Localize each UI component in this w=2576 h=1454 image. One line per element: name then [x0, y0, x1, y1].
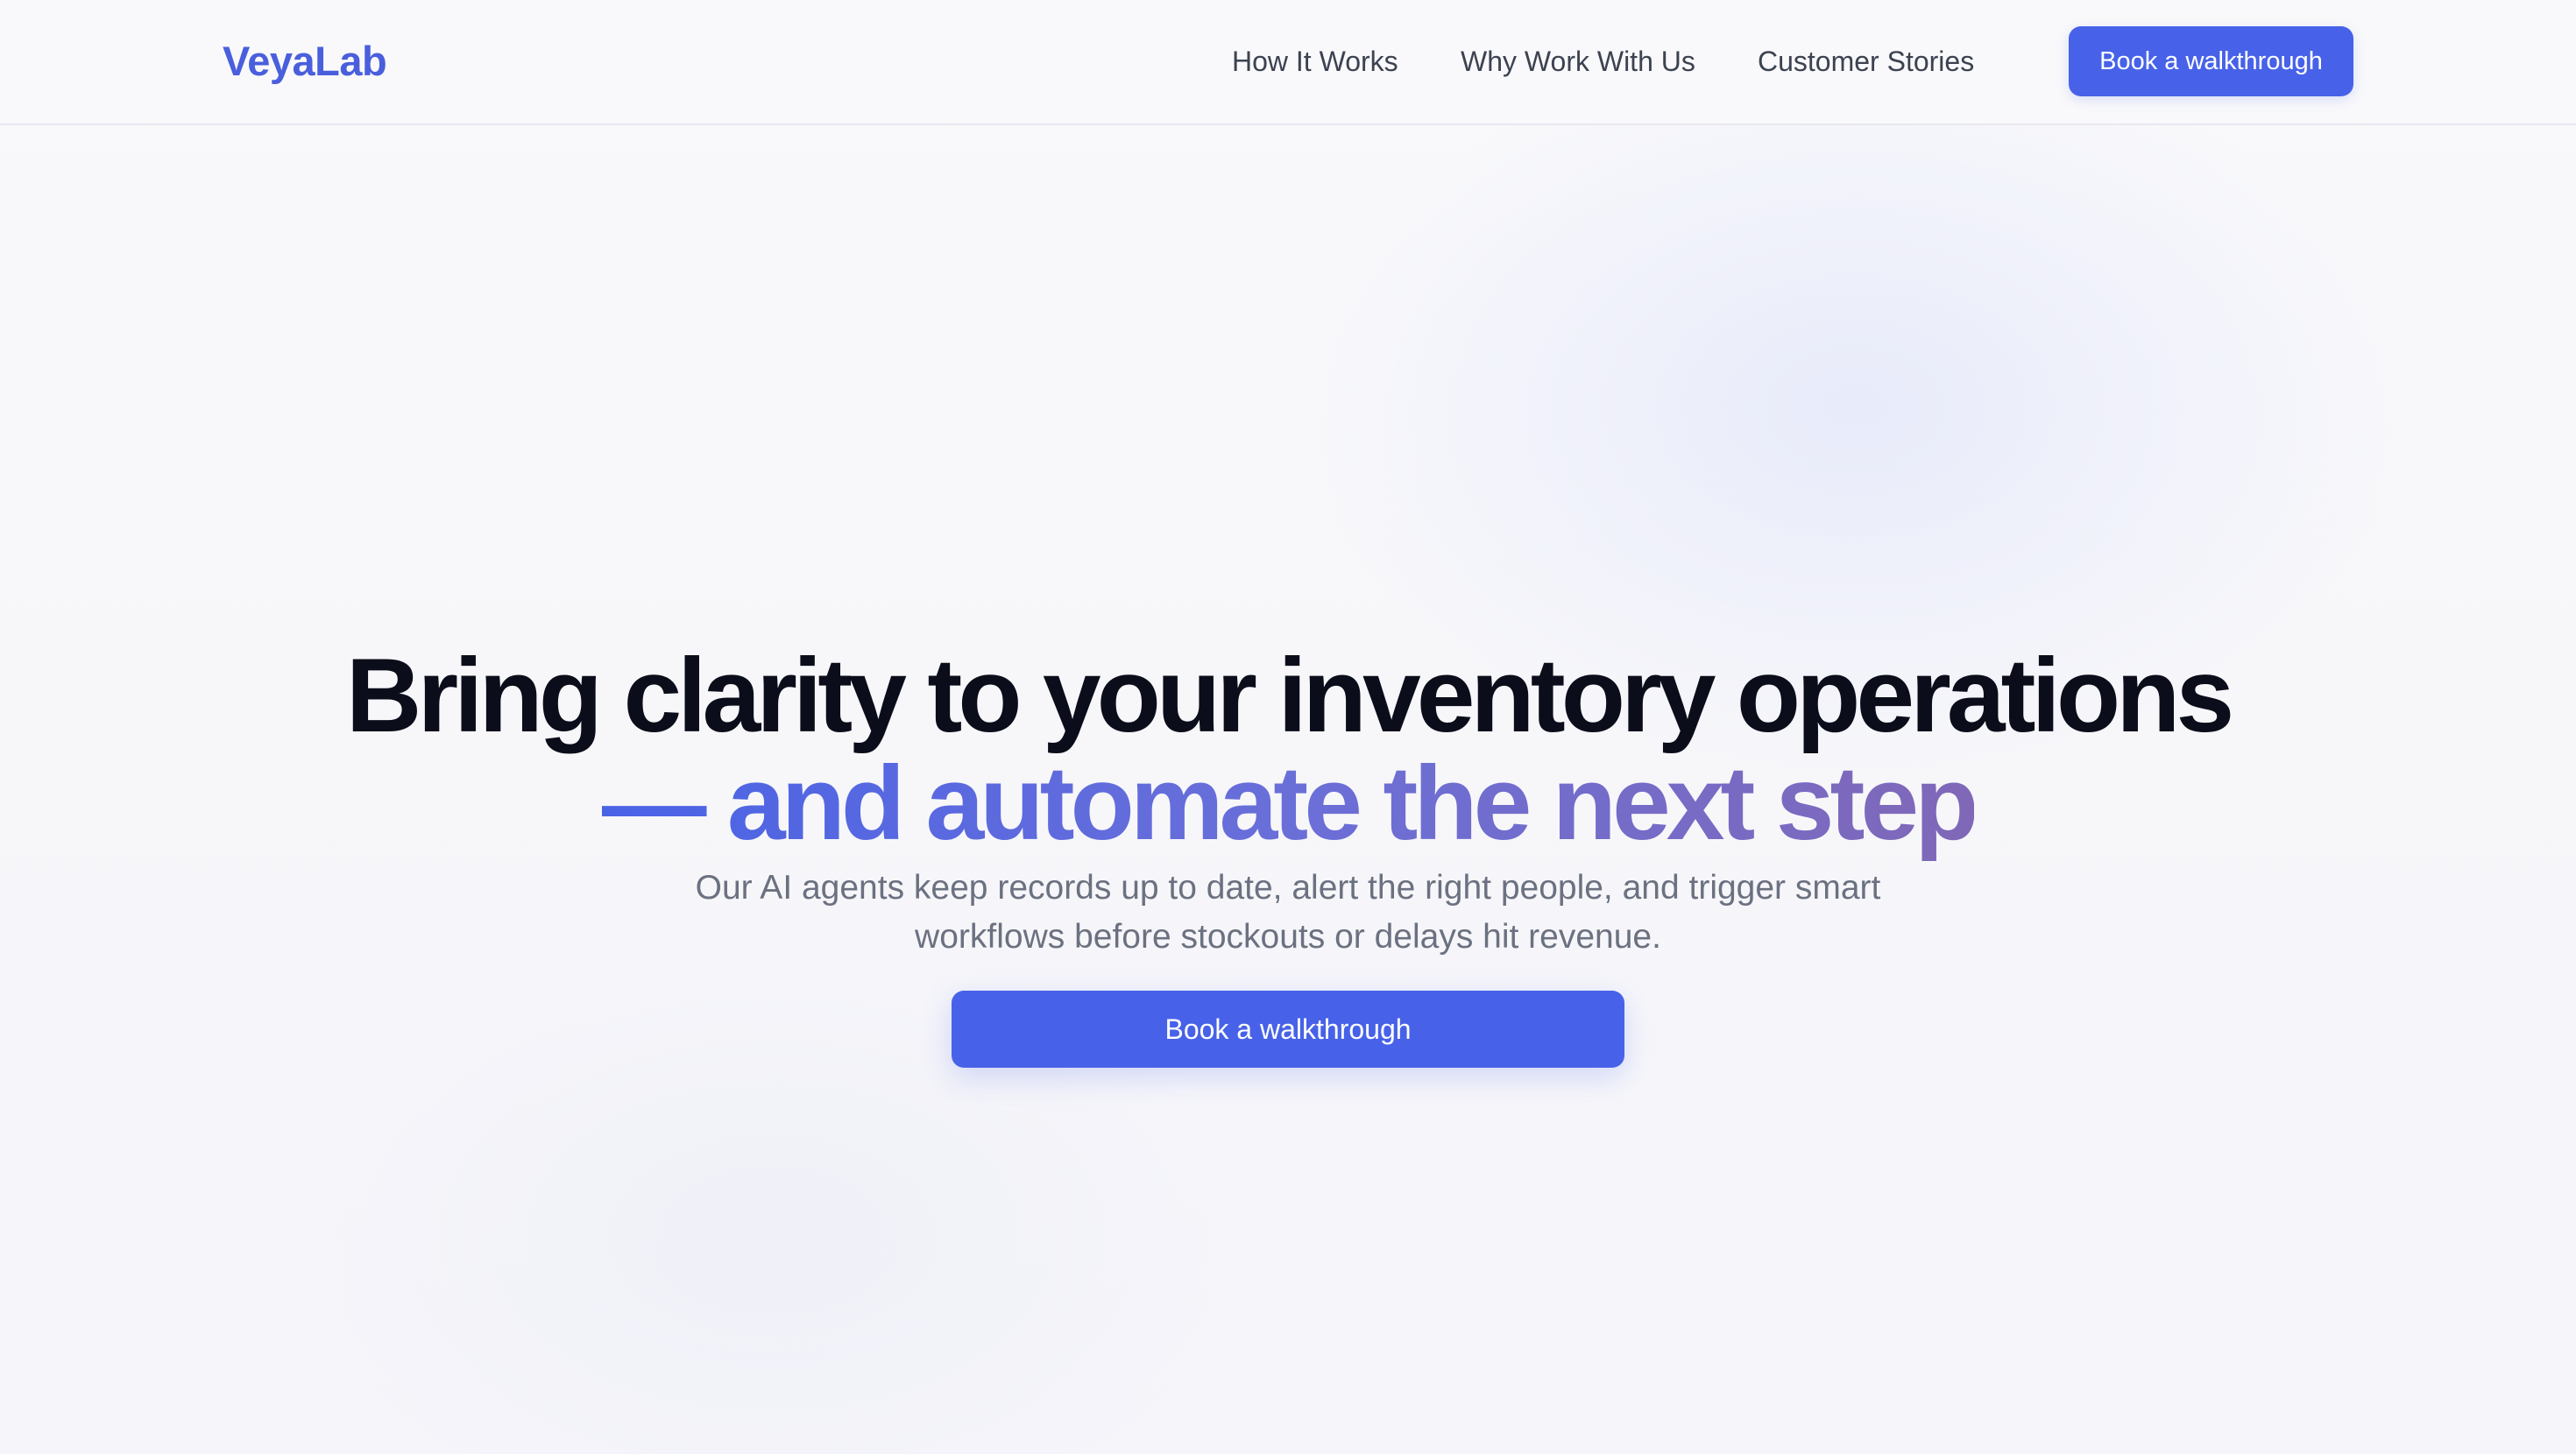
hero-headline: Bring clarity to your inventory operatio…	[345, 637, 2234, 754]
top-navbar: VeyaLab How It Works Why Work With Us Cu…	[0, 0, 2576, 125]
hero-subtitle-line-1: Our AI agents keep records up to date, a…	[695, 869, 1881, 907]
nav-link-how-it-works[interactable]: How It Works	[1232, 42, 1398, 81]
hero-headline-accent-text: — and automate the next step	[601, 745, 1979, 862]
brand-logo[interactable]: VeyaLab	[223, 37, 387, 86]
nav-link-why-work-with-us[interactable]: Why Work With Us	[1461, 42, 1695, 81]
hero-subtitle-line-2: workflows before stockouts or delays hit…	[915, 918, 1661, 956]
hero-book-walkthrough-button[interactable]: Book a walkthrough	[952, 991, 1624, 1068]
hero-subtitle: Our AI agents keep records up to date, a…	[0, 864, 2576, 962]
header-book-walkthrough-button[interactable]: Book a walkthrough	[2069, 26, 2353, 96]
nav-link-customer-stories[interactable]: Customer Stories	[1758, 42, 1974, 81]
hero-headline-accent: — and automate the next step	[0, 742, 2576, 865]
